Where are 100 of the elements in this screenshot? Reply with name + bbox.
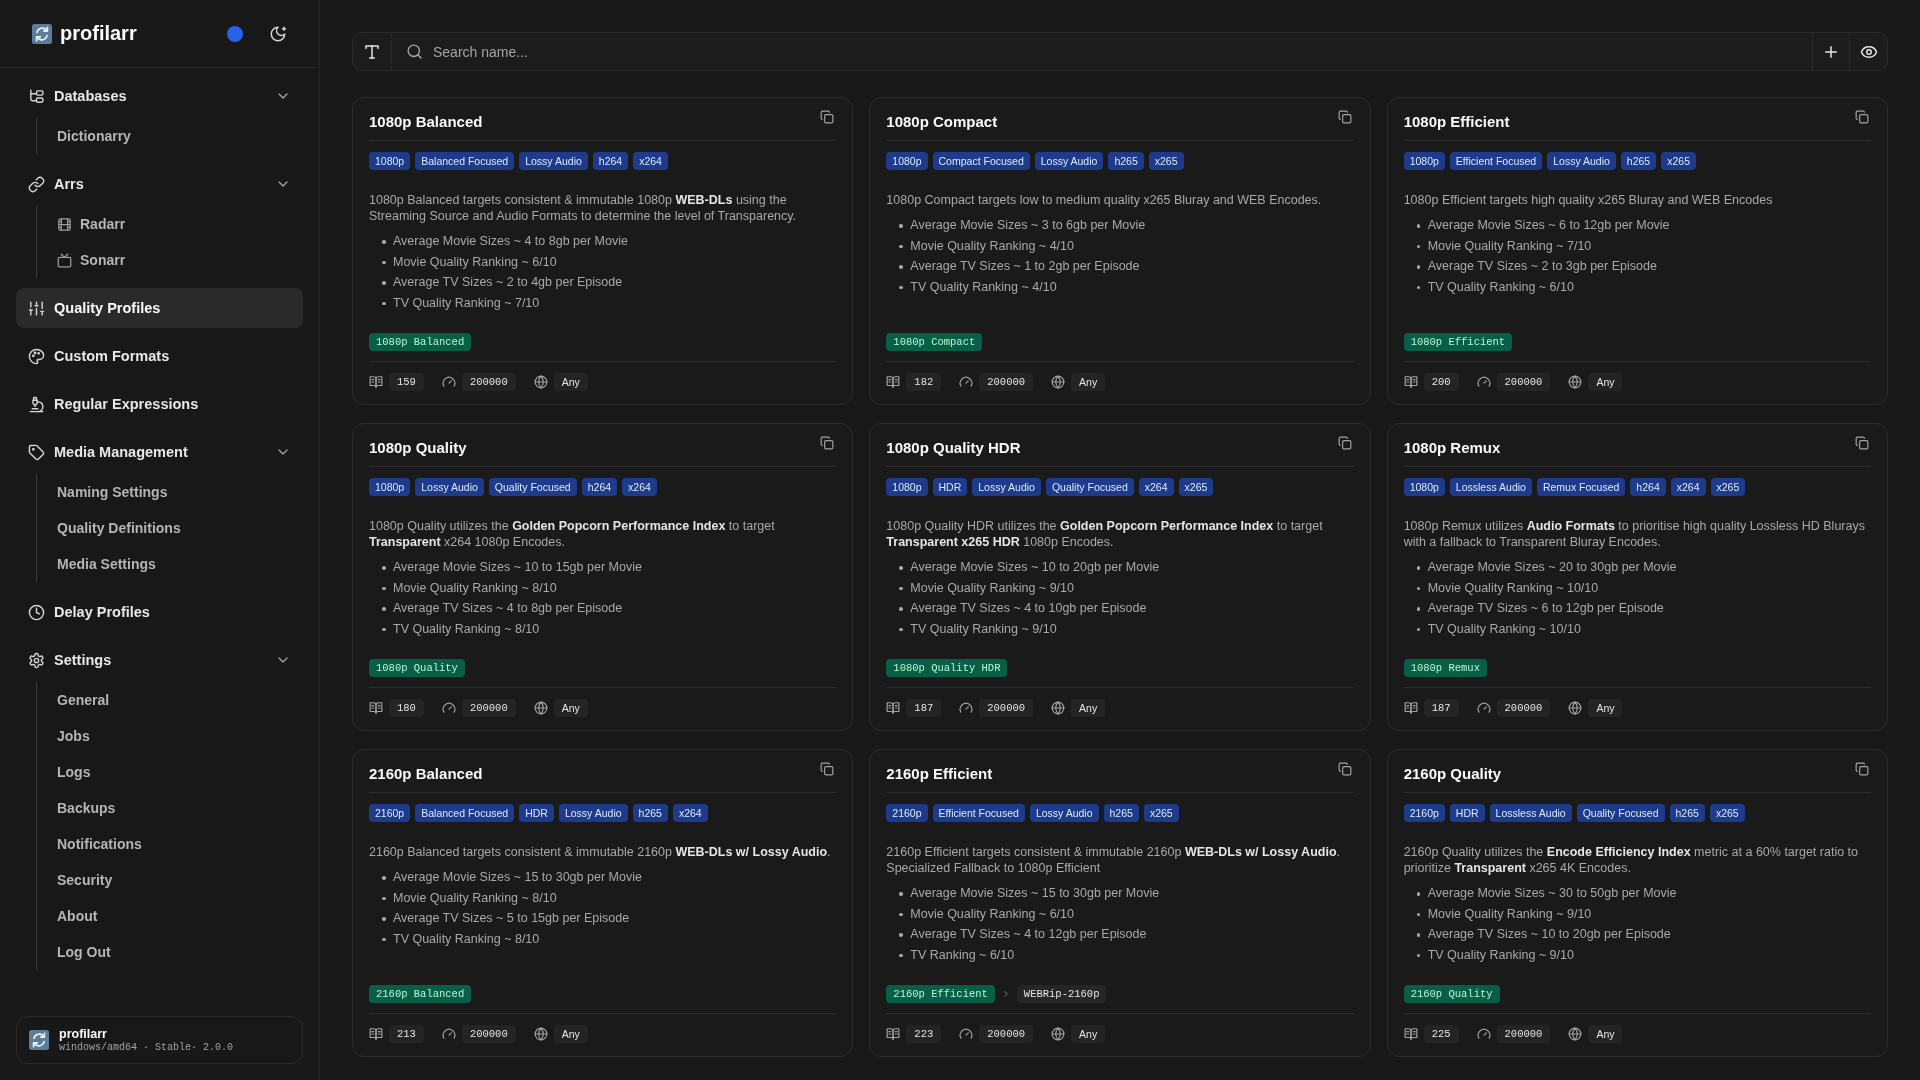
profile-card[interactable]	[869, 97, 1371, 405]
accent-dot[interactable]	[227, 25, 243, 42]
book-icon	[886, 375, 901, 389]
version-text: windows/amd64 · Stable· 2.0.0	[59, 1042, 234, 1053]
nav-subitem[interactable]: Naming Settings	[37, 474, 303, 510]
profile-card[interactable]	[1386, 97, 1888, 405]
profile-card[interactable]	[352, 749, 854, 1057]
search-input[interactable]: Search name...	[433, 36, 1812, 67]
card-title: 1080p Efficient	[1403, 113, 1510, 130]
nav-subitem[interactable]: General	[37, 682, 303, 718]
app-name: profilarr	[60, 22, 137, 45]
language-value: Any	[1071, 1025, 1106, 1043]
tag: x264	[672, 804, 708, 822]
tag: Efficient Focused	[932, 804, 1025, 822]
tag: x265	[1709, 804, 1745, 822]
tag: 1080p	[369, 152, 411, 170]
nav-item[interactable]: Regular Expressions	[16, 384, 303, 424]
bullet-item: TV Quality Ranking ~ 8/10	[381, 618, 837, 639]
nav-subitem[interactable]: Logs	[37, 754, 303, 790]
tag: Compact Focused	[932, 152, 1030, 170]
card-description: 1080p Remux utilizes Audio Formats to prioritise high quality Lossless HD Blurays with a fallback to Transparent Bluray Encodes.	[1403, 518, 1866, 550]
book-icon	[886, 1027, 901, 1041]
format-tag: 2160p Quality	[1403, 985, 1500, 1003]
nav-subitem[interactable]: Radarr	[37, 206, 303, 242]
bullet-item: Movie Quality Ranking ~ 8/10	[381, 887, 837, 908]
profile-card[interactable]	[869, 423, 1371, 731]
search-field[interactable]: Search name...	[392, 32, 1812, 71]
copy-icon	[1337, 762, 1352, 776]
nav-item[interactable]: Media Management	[16, 432, 303, 472]
microscope-icon	[28, 395, 45, 413]
card-title: 1080p Compact	[886, 113, 998, 130]
tag: h265	[1108, 152, 1144, 170]
bullet-item: Average TV Sizes ~ 5 to 15gb per Episode	[381, 908, 837, 929]
nav-subitem[interactable]: Quality Definitions	[37, 510, 303, 546]
language-value: Any	[1588, 699, 1623, 717]
theme-toggle-button[interactable]	[269, 24, 287, 43]
search-icon	[406, 43, 423, 60]
nav-item[interactable]: Quality Profiles	[16, 288, 303, 328]
format-tag: 1080p Quality	[369, 659, 465, 677]
bullet-item: Movie Quality Ranking ~ 4/10	[898, 235, 1354, 256]
add-button[interactable]	[1812, 32, 1850, 71]
app-name: profilarr	[59, 1027, 108, 1041]
format-count: 159	[389, 373, 424, 391]
globe-icon	[533, 375, 548, 389]
bullet-item: TV Quality Ranking ~ 10/10	[1415, 618, 1871, 639]
globe-icon	[1051, 375, 1066, 389]
nav-item[interactable]: Arrs	[16, 164, 303, 204]
font-toggle-button[interactable]	[352, 32, 392, 71]
nav-subitem[interactable]: Media Settings	[37, 546, 303, 582]
bullet-item: TV Quality Ranking ~ 8/10	[381, 928, 837, 949]
profile-card[interactable]	[869, 749, 1371, 1057]
format-tag: 1080p Efficient	[1403, 333, 1513, 351]
tag: h265	[1669, 804, 1705, 822]
profile-card[interactable]	[1386, 749, 1888, 1057]
globe-icon	[1051, 701, 1066, 715]
format-tag: 1080p Quality HDR	[886, 659, 1008, 677]
logo-icon	[32, 23, 52, 44]
profile-card[interactable]	[352, 97, 854, 405]
score-value: 200000	[979, 1025, 1034, 1043]
bullet-item: TV Quality Ranking ~ 9/10	[1415, 944, 1871, 965]
card-description: 1080p Compact targets low to medium quality x265 Bluray and WEB Encodes.	[886, 192, 1323, 208]
nav-item[interactable]: Settings	[16, 640, 303, 680]
nav-subitem[interactable]: Jobs	[37, 718, 303, 754]
copy-icon	[1337, 436, 1352, 450]
bullet-item: Average Movie Sizes ~ 15 to 30gb per Movie	[898, 883, 1354, 904]
tag: Lossless Audio	[1489, 804, 1572, 822]
nav-item[interactable]: Delay Profiles	[16, 592, 303, 632]
tag: x264	[1138, 478, 1174, 496]
nav-subitem[interactable]: Backups	[37, 790, 303, 826]
logo-icon	[29, 1030, 49, 1050]
view-toggle-button[interactable]	[1850, 32, 1888, 71]
profile-card[interactable]	[1386, 423, 1888, 731]
language-value: Any	[553, 373, 588, 391]
card-description: 2160p Quality utilizes the Encode Efficiency Index metric at a 60% target ratio to prioritize Transparent x265 4K Encodes.	[1403, 844, 1860, 876]
tag: h265	[1620, 152, 1657, 170]
nav-item[interactable]: Databases	[16, 76, 303, 116]
bullet-item: Average Movie Sizes ~ 10 to 15gb per Movie	[381, 557, 837, 578]
tag: h264	[1630, 478, 1666, 496]
nav-subitem[interactable]: Notifications	[37, 826, 303, 862]
nav-item[interactable]: Custom Formats	[16, 336, 303, 376]
copy-icon	[1855, 436, 1869, 450]
bullet-item: Average Movie Sizes ~ 30 to 50gb per Movie	[1415, 883, 1871, 904]
nav-subitem[interactable]: Dictionarry	[37, 118, 303, 154]
gauge-icon	[441, 701, 456, 715]
card-description: 2160p Efficient targets consistent & immutable 2160p WEB-DLs w/ Lossy Audio. Specialized Fallback to 1080p Efficient	[886, 844, 1341, 876]
copy-icon	[1855, 762, 1869, 776]
nav-subitem[interactable]: Sonarr	[37, 242, 303, 278]
tv-icon	[57, 252, 72, 268]
copy-icon	[1855, 110, 1869, 124]
nav-subitem[interactable]: Log Out	[37, 934, 303, 970]
language-value: Any	[553, 699, 588, 717]
tag: Lossy Audio	[558, 804, 628, 822]
profile-card[interactable]	[352, 423, 854, 731]
bullet-item: TV Quality Ranking ~ 7/10	[381, 292, 837, 313]
bullet-item: Average TV Sizes ~ 2 to 4gb per Episode	[381, 272, 837, 293]
score-value: 200000	[461, 373, 516, 391]
score-value: 200000	[1496, 1025, 1551, 1043]
bullet-item: Average Movie Sizes ~ 10 to 20gb per Movie	[898, 557, 1354, 578]
nav-subitem[interactable]: About	[37, 898, 303, 934]
nav-subitem[interactable]: Security	[37, 862, 303, 898]
